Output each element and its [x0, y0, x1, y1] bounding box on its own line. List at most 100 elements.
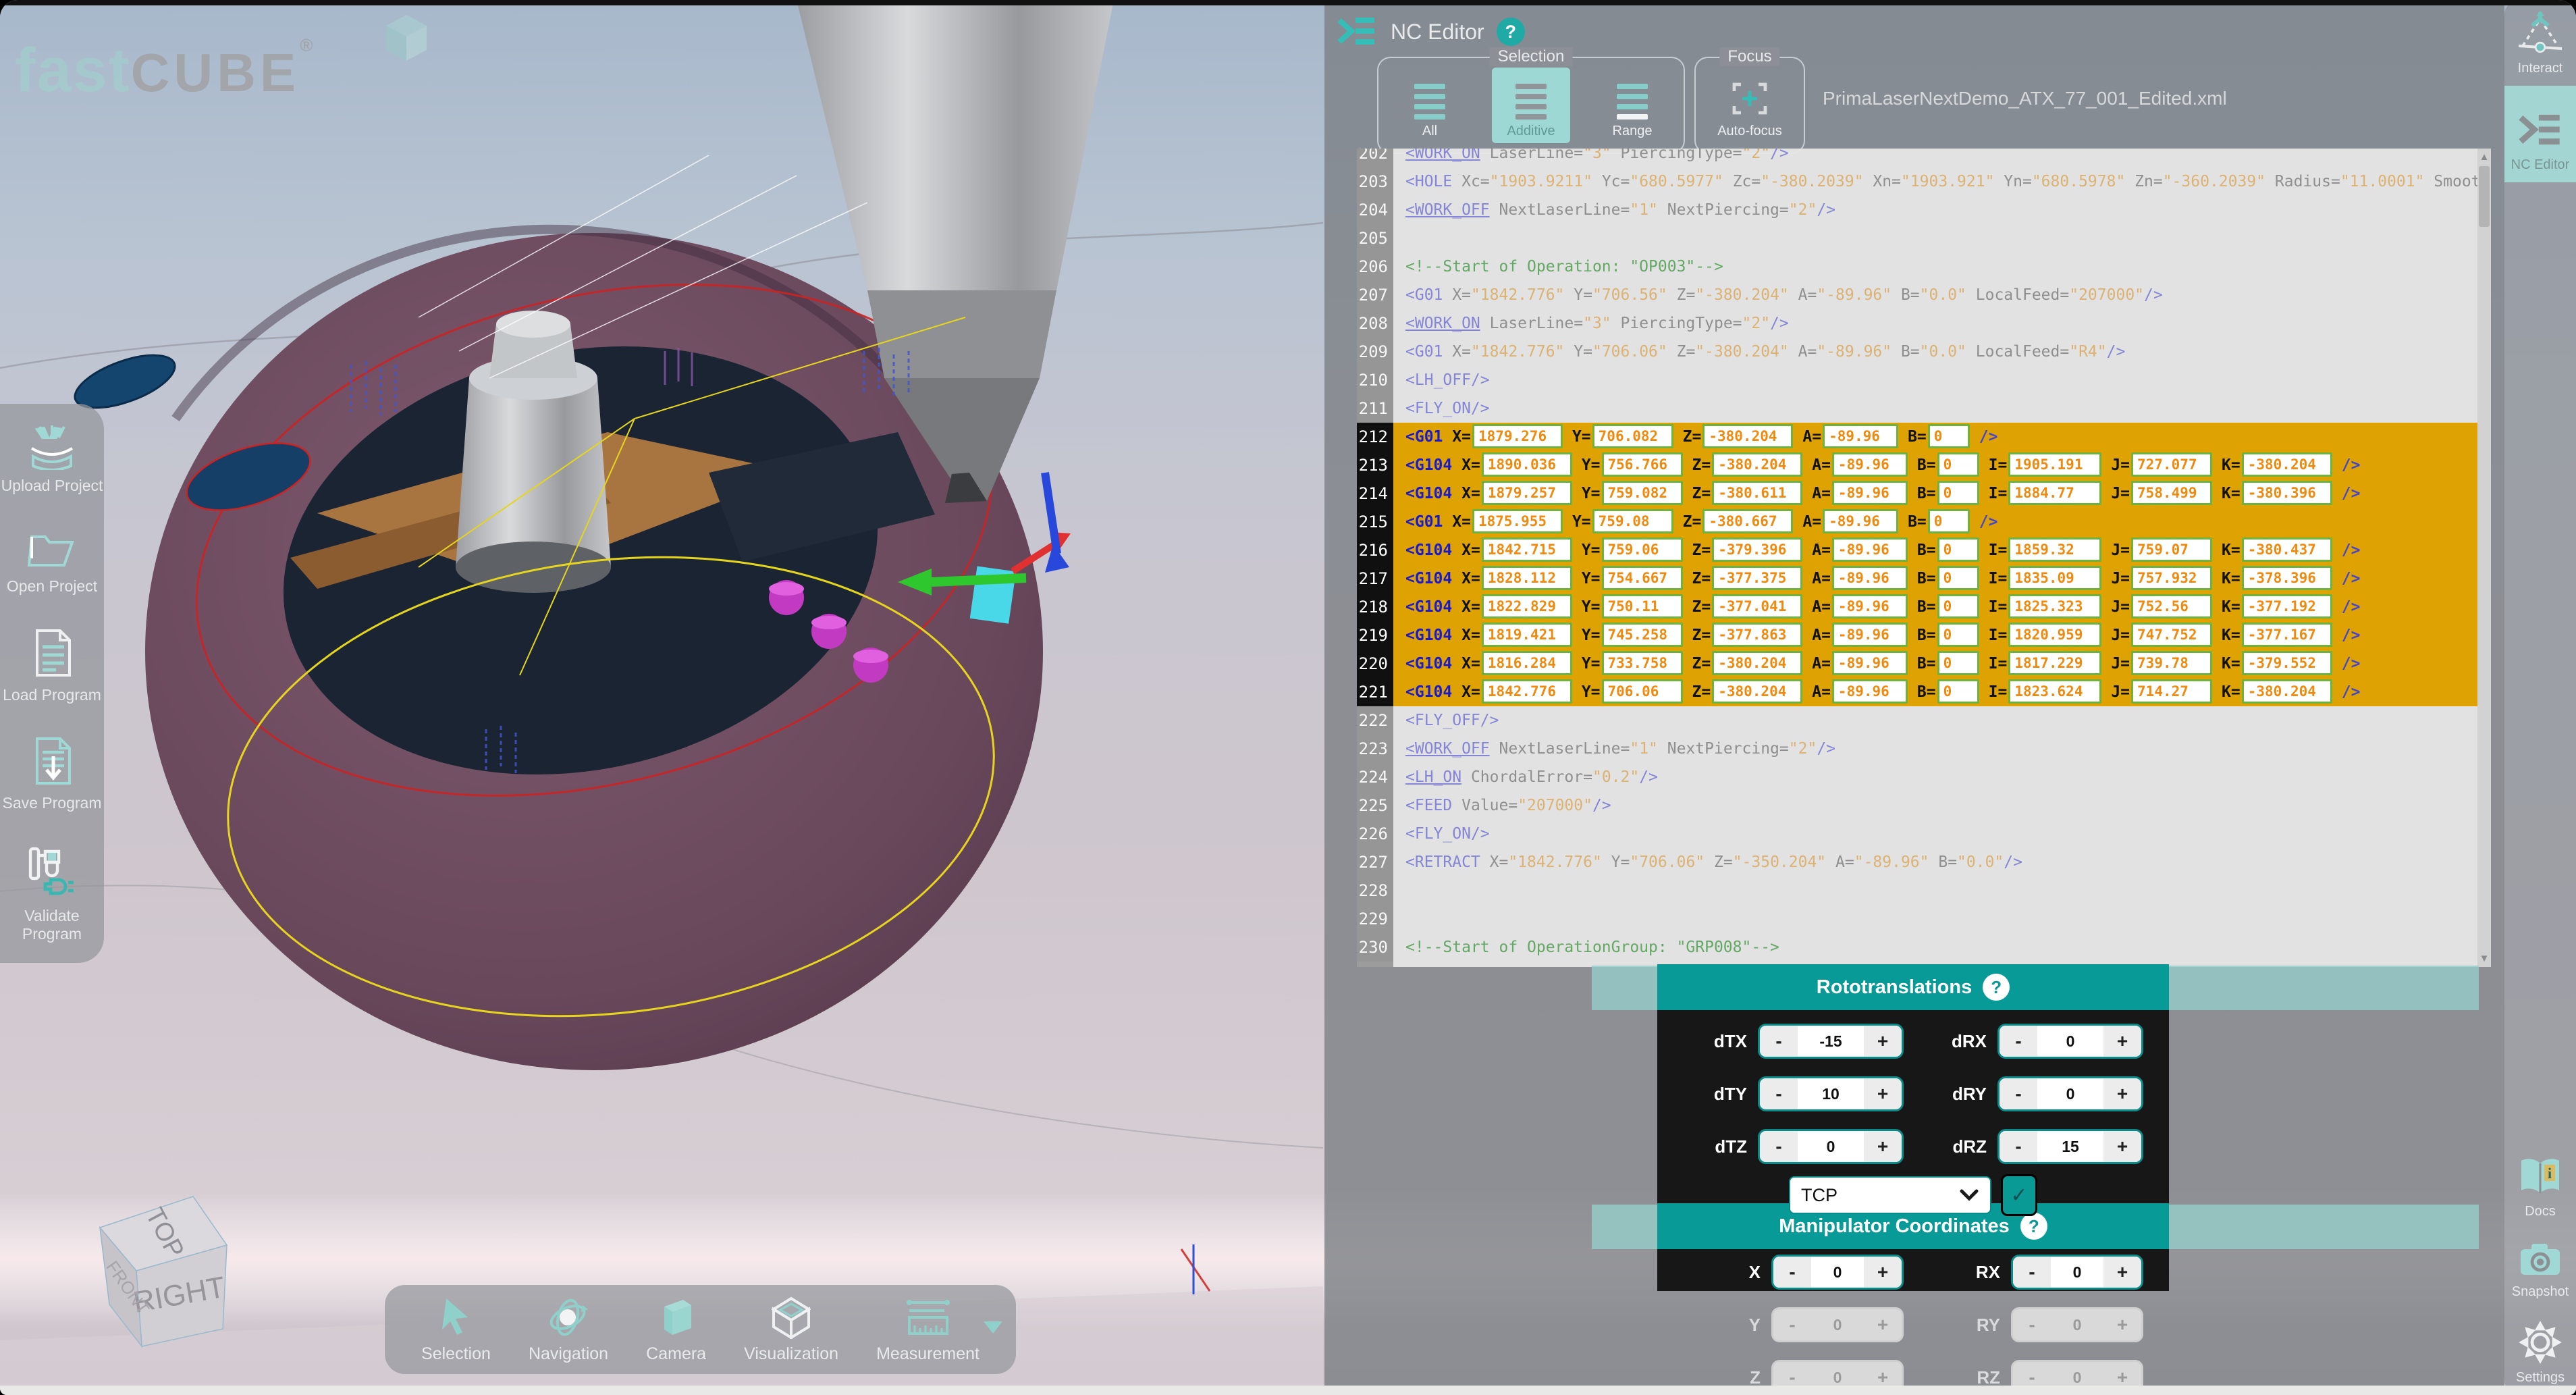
gcode-a-input[interactable] [1823, 424, 1898, 448]
apply-rototranslation-button[interactable]: ✓ [2001, 1174, 2037, 1216]
gcode-i-input[interactable] [2008, 679, 2101, 704]
selection-additive-button[interactable]: Additive [1492, 68, 1570, 143]
gcode-b-input[interactable] [1937, 623, 1979, 647]
scrollbar-thumb[interactable] [2479, 166, 2490, 227]
gcode-b-input[interactable] [1937, 481, 1979, 505]
gcode-y-input[interactable] [1592, 424, 1673, 448]
gcode-b-input[interactable] [1937, 679, 1979, 704]
increment-button[interactable]: + [2103, 1078, 2141, 1109]
gcode-i-input[interactable] [2008, 566, 2101, 590]
gcode-k-input[interactable] [2242, 679, 2332, 704]
gcode-k-input[interactable] [2242, 651, 2332, 675]
gcode-i-input[interactable] [2008, 452, 2101, 477]
gcode-z-input[interactable] [1712, 566, 1802, 590]
gcode-z-input[interactable] [1712, 452, 1802, 477]
gcode-j-input[interactable] [2131, 594, 2212, 618]
toolbar-item-measurement[interactable]: Measurement [876, 1296, 980, 1364]
sidebar-item-validate-program[interactable]: Validate Program [0, 843, 104, 943]
selection-all-button[interactable]: All [1391, 68, 1469, 143]
sidebar-item-upload-project[interactable]: Upload Project [0, 421, 104, 494]
gcode-b-input[interactable] [1937, 594, 1979, 618]
gcode-z-input[interactable] [1712, 481, 1802, 505]
gcode-y-input[interactable] [1602, 623, 1683, 647]
gcode-y-input[interactable] [1602, 481, 1683, 505]
gcode-j-input[interactable] [2131, 566, 2212, 590]
gcode-x-input[interactable] [1482, 452, 1572, 477]
gcode-y-input[interactable] [1602, 594, 1683, 618]
gcode-z-input[interactable] [1702, 424, 1793, 448]
gcode-x-input[interactable] [1482, 566, 1572, 590]
gcode-y-input[interactable] [1592, 509, 1673, 533]
gcode-b-input[interactable] [1928, 509, 1970, 533]
sidebar-item-load-program[interactable]: Load Program [0, 627, 104, 704]
nc-code-area[interactable]: 202<WORK_ON LaserLine="3" PiercingType="… [1357, 149, 2477, 967]
gcode-k-input[interactable] [2242, 594, 2332, 618]
code-line[interactable]: 217<G104 X=Y=Z=A=B=I=J=K=/> [1357, 564, 2477, 593]
code-line[interactable]: 213<G104 X=Y=Z=A=B=I=J=K=/> [1357, 451, 2477, 479]
gcode-b-input[interactable] [1937, 537, 1979, 562]
increment-button[interactable]: + [2103, 1026, 2141, 1057]
gcode-a-input[interactable] [1823, 509, 1898, 533]
code-line[interactable]: 214<G104 X=Y=Z=A=B=I=J=K=/> [1357, 479, 2477, 508]
increment-button[interactable]: + [1864, 1131, 1902, 1162]
increment-button[interactable]: + [1864, 1257, 1902, 1288]
gcode-k-input[interactable] [2242, 481, 2332, 505]
code-scrollbar[interactable]: ▲ ▼ [2477, 149, 2491, 967]
gcode-x-input[interactable] [1472, 424, 1563, 448]
gcode-j-input[interactable] [2131, 537, 2212, 562]
gcode-b-input[interactable] [1937, 651, 1979, 675]
gcode-a-input[interactable] [1832, 481, 1908, 505]
manipulator-value[interactable]: 0 [1811, 1257, 1864, 1288]
gcode-i-input[interactable] [2008, 594, 2101, 618]
rototranslation-value[interactable]: 0 [2037, 1078, 2103, 1109]
sidebar-item-docs[interactable]: i Docs [2504, 1146, 2576, 1229]
gcode-j-input[interactable] [2131, 651, 2212, 675]
manipulator-help-icon[interactable]: ? [2020, 1213, 2047, 1240]
code-line[interactable]: 212<G01 X=Y=Z=A=B=/> [1357, 423, 2477, 451]
gcode-z-input[interactable] [1712, 623, 1802, 647]
measurement-dropdown-caret[interactable] [984, 1321, 1002, 1334]
rototranslation-value[interactable]: -15 [1798, 1026, 1864, 1057]
decrement-button[interactable]: - [2000, 1078, 2037, 1109]
gcode-y-input[interactable] [1602, 651, 1683, 675]
gcode-y-input[interactable] [1602, 679, 1683, 704]
gcode-y-input[interactable] [1602, 566, 1683, 590]
gcode-z-input[interactable] [1712, 679, 1802, 704]
code-line[interactable]: 215<G01 X=Y=Z=A=B=/> [1357, 508, 2477, 536]
gcode-i-input[interactable] [2008, 481, 2101, 505]
gcode-z-input[interactable] [1712, 594, 1802, 618]
gcode-k-input[interactable] [2242, 537, 2332, 562]
increment-button[interactable]: + [1864, 1026, 1902, 1057]
gcode-k-input[interactable] [2242, 452, 2332, 477]
gcode-a-input[interactable] [1832, 623, 1908, 647]
sidebar-item-snapshot[interactable]: Snapshot [2504, 1229, 2576, 1309]
gcode-j-input[interactable] [2131, 679, 2212, 704]
sidebar-item-nc-editor[interactable]: NC Editor [2504, 86, 2576, 182]
gcode-a-input[interactable] [1832, 594, 1908, 618]
gcode-b-input[interactable] [1937, 566, 1979, 590]
gcode-x-input[interactable] [1482, 651, 1572, 675]
gcode-x-input[interactable] [1482, 537, 1572, 562]
rototranslation-value[interactable]: 0 [2037, 1026, 2103, 1057]
gcode-z-input[interactable] [1712, 537, 1802, 562]
code-line[interactable]: 220<G104 X=Y=Z=A=B=I=J=K=/> [1357, 650, 2477, 678]
code-line[interactable]: 219<G104 X=Y=Z=A=B=I=J=K=/> [1357, 621, 2477, 650]
increment-button[interactable]: + [1864, 1078, 1902, 1109]
gcode-a-input[interactable] [1832, 679, 1908, 704]
rototranslations-help-icon[interactable]: ? [1983, 974, 2010, 1001]
gcode-x-input[interactable] [1482, 679, 1572, 704]
decrement-button[interactable]: - [1760, 1078, 1798, 1109]
gcode-a-input[interactable] [1832, 537, 1908, 562]
gcode-k-input[interactable] [2242, 566, 2332, 590]
auto-focus-button[interactable]: Auto-focus [1702, 68, 1797, 143]
decrement-button[interactable]: - [2000, 1026, 2037, 1057]
gcode-j-input[interactable] [2131, 481, 2212, 505]
rototranslation-value[interactable]: 0 [1798, 1131, 1864, 1162]
nc-editor-help-icon[interactable]: ? [1497, 18, 1525, 46]
gcode-j-input[interactable] [2131, 452, 2212, 477]
gcode-z-input[interactable] [1712, 651, 1802, 675]
gcode-x-input[interactable] [1482, 623, 1572, 647]
toolbar-item-camera[interactable]: Camera [646, 1296, 706, 1364]
gcode-y-input[interactable] [1602, 452, 1683, 477]
rototranslation-value[interactable]: 10 [1798, 1078, 1864, 1109]
